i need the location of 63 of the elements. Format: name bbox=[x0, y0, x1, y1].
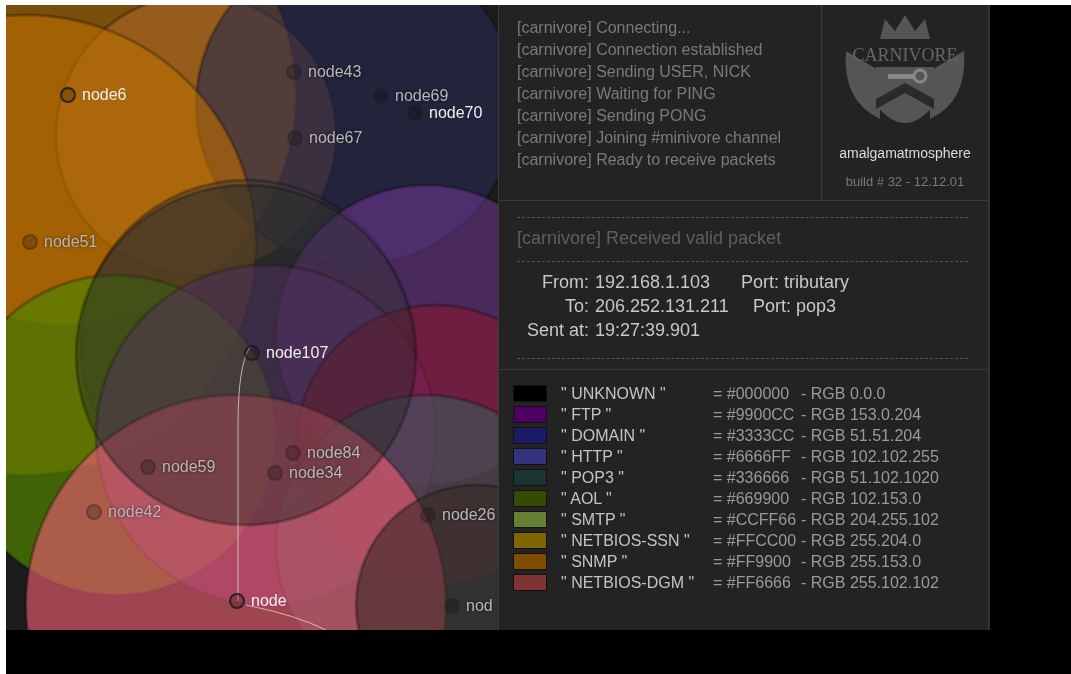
protocol-name: " AOL " bbox=[561, 488, 613, 509]
node-label: node26 bbox=[442, 506, 496, 524]
field-label: To: bbox=[564, 295, 589, 318]
node-label: node67 bbox=[309, 129, 363, 147]
log-line: [carnivore] Sending PONG bbox=[517, 106, 708, 126]
rgb-value: - RGB 102.153.0 bbox=[801, 488, 922, 509]
protocol-name: " DOMAIN " bbox=[561, 425, 647, 446]
field-value: 192.168.1.103 bbox=[595, 271, 712, 294]
port-value: Port: pop3 bbox=[753, 295, 837, 318]
field-label: From: bbox=[541, 271, 589, 294]
hex-value: = #FF6666 bbox=[713, 572, 792, 593]
rgb-value: - RGB 255.153.0 bbox=[801, 551, 922, 572]
rgb-value: - RGB 153.0.204 bbox=[801, 404, 922, 425]
hex-value: = #FF9900 bbox=[713, 551, 792, 572]
node-label: node70 bbox=[429, 104, 483, 122]
protocol-name: " NETBIOS-DGM " bbox=[561, 572, 696, 593]
log-line: [carnivore] Ready to receive packets bbox=[517, 150, 777, 170]
rgb-value: - RGB 204.255.102 bbox=[801, 509, 939, 530]
log-line: [carnivore] Connecting... bbox=[517, 18, 692, 38]
rgb-value: - RGB 102.102.255 bbox=[801, 446, 939, 467]
node-label: node69 bbox=[395, 87, 449, 105]
protocol-name: " SNMP " bbox=[561, 551, 629, 572]
protocol-name: " HTTP " bbox=[561, 446, 624, 467]
node-label: node34 bbox=[289, 464, 343, 482]
node-label: node51 bbox=[44, 233, 98, 251]
hex-value: = #336666 bbox=[713, 467, 791, 488]
username: amalgamatmosphere bbox=[839, 144, 971, 163]
hex-value: = #FFCC00 bbox=[713, 530, 798, 551]
crest-logo: CARNIVORE bbox=[840, 11, 970, 141]
rgb-value: - RGB 255.204.0 bbox=[801, 530, 922, 551]
rgb-value: - RGB 51.51.204 bbox=[801, 425, 922, 446]
protocol-name: " POP3 " bbox=[561, 467, 625, 488]
field-value: 206.252.131.211 bbox=[595, 295, 730, 318]
field-label: Sent at: bbox=[525, 319, 589, 342]
protocol-name: " UNKNOWN " bbox=[561, 383, 667, 404]
hex-value: = #6666FF bbox=[713, 446, 792, 467]
log-line: [carnivore] Joining #minivore channel bbox=[517, 128, 783, 148]
protocol-name: " NETBIOS-SSN " bbox=[561, 530, 691, 551]
port-value: Port: tributary bbox=[741, 271, 850, 294]
rgb-value: - RGB 0.0.0 bbox=[801, 383, 886, 404]
hex-value: = #000000 bbox=[713, 383, 791, 404]
packet-title: [carnivore] Received valid packet bbox=[517, 227, 783, 249]
field-value: 19:27:39.901 bbox=[595, 319, 702, 342]
node-label: node59 bbox=[162, 458, 216, 476]
build-info: build # 32 - 12.12.01 bbox=[845, 173, 965, 191]
hex-value: = #3333CC bbox=[713, 425, 796, 446]
node-label: nod bbox=[466, 597, 493, 615]
hex-value: = #CCFF66 bbox=[713, 509, 798, 530]
node-label: node42 bbox=[108, 503, 162, 521]
log-line: [carnivore] Connection established bbox=[517, 40, 764, 60]
hex-value: = #669900 bbox=[713, 488, 791, 509]
log-line: [carnivore] Waiting for PING bbox=[517, 84, 717, 104]
node-label: node bbox=[251, 592, 287, 610]
node-label: node6 bbox=[82, 86, 127, 104]
node-label: node107 bbox=[266, 344, 329, 362]
log-line: [carnivore] Sending USER, NICK bbox=[517, 62, 752, 82]
rgb-value: - RGB 255.102.102 bbox=[801, 572, 939, 593]
node-label: node84 bbox=[307, 444, 361, 462]
hex-value: = #9900CC bbox=[713, 404, 796, 425]
rgb-value: - RGB 51.102.1020 bbox=[801, 467, 939, 488]
protocol-name: " SMTP " bbox=[561, 509, 627, 530]
node-label: node43 bbox=[308, 63, 362, 81]
protocol-name: " FTP " bbox=[561, 404, 613, 425]
